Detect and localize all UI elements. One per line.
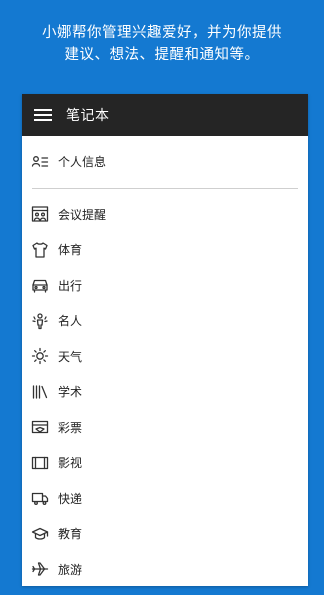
lottery-icon xyxy=(30,417,50,437)
menu-item-delivery[interactable]: 快递 xyxy=(22,481,308,517)
airplane-icon xyxy=(30,559,50,579)
menu-item-movies-tv[interactable]: 影视 xyxy=(22,445,308,481)
menu-item-label: 个人信息 xyxy=(58,155,107,170)
menu-item-label: 旅游 xyxy=(58,562,83,577)
celebrity-icon xyxy=(30,311,50,331)
menu-item-label: 体育 xyxy=(58,243,83,258)
menu-item-meeting-reminder[interactable]: 会议提醒 xyxy=(22,197,308,233)
notebook-panel: 笔记本 个人信息 会议提醒 体育 出行 名人 天气 学术 彩票 影视 快递 教育… xyxy=(22,94,308,586)
intro-line-2: 建议、想法、提醒和通知等。 xyxy=(64,47,260,63)
title-bar: 笔记本 xyxy=(22,94,308,136)
car-icon xyxy=(30,275,50,295)
intro-banner: 小娜帮你管理兴趣爱好，并为你提供 建议、想法、提醒和通知等。 xyxy=(0,22,324,66)
graduation-cap-icon xyxy=(30,524,50,544)
menu-item-label: 教育 xyxy=(58,527,83,542)
sun-icon xyxy=(30,346,50,366)
intro-line-1: 小娜帮你管理兴趣爱好，并为你提供 xyxy=(42,25,282,41)
menu-item-education[interactable]: 教育 xyxy=(22,516,308,552)
menu-item-celebrities[interactable]: 名人 xyxy=(22,303,308,339)
jersey-icon xyxy=(30,240,50,260)
menu-item-label: 出行 xyxy=(58,278,83,293)
books-icon xyxy=(30,382,50,402)
menu-item-travel-commute[interactable]: 出行 xyxy=(22,268,308,304)
menu-item-label: 快递 xyxy=(58,491,83,506)
hamburger-menu-icon[interactable] xyxy=(34,109,52,121)
profile-section: 个人信息 xyxy=(22,144,308,180)
menu-item-weather[interactable]: 天气 xyxy=(22,339,308,375)
film-icon xyxy=(30,453,50,473)
menu-item-profile[interactable]: 个人信息 xyxy=(22,144,308,180)
section-divider xyxy=(32,187,298,189)
menu-item-academic[interactable]: 学术 xyxy=(22,374,308,410)
menu-item-lottery[interactable]: 彩票 xyxy=(22,410,308,446)
menu-item-label: 学术 xyxy=(58,385,83,400)
person-list-icon xyxy=(30,152,50,172)
menu-item-label: 名人 xyxy=(58,314,83,329)
menu-item-label: 天气 xyxy=(58,349,83,364)
meeting-icon xyxy=(30,204,50,224)
menu-item-tourism[interactable]: 旅游 xyxy=(22,552,308,587)
menu-item-label: 会议提醒 xyxy=(58,207,107,222)
truck-icon xyxy=(30,488,50,508)
interests-list: 会议提醒 体育 出行 名人 天气 学术 彩票 影视 快递 教育 旅游 xyxy=(22,197,308,587)
page-title: 笔记本 xyxy=(66,108,110,124)
menu-item-label: 影视 xyxy=(58,456,83,471)
menu-item-sports[interactable]: 体育 xyxy=(22,232,308,268)
menu-item-label: 彩票 xyxy=(58,420,83,435)
